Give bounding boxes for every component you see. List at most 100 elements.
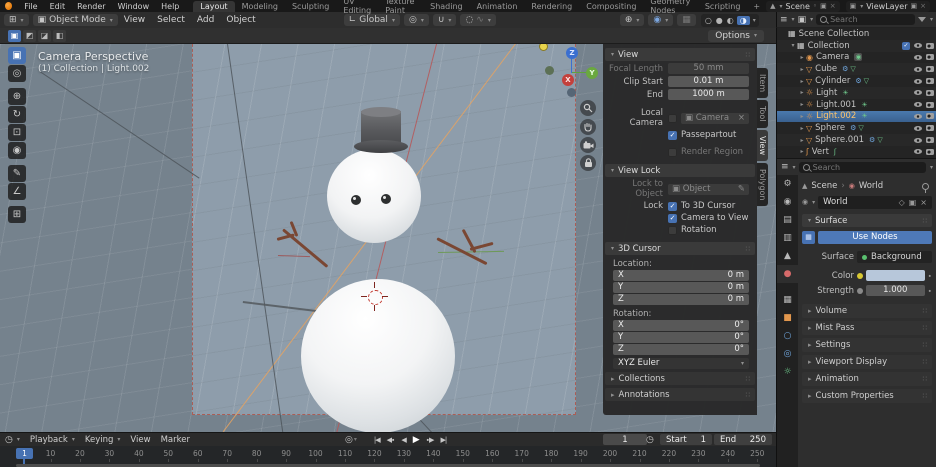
new-scene-icon[interactable]: ▣ [820,2,827,10]
3d-viewport[interactable]: Camera Perspective (1) Collection | Ligh… [0,44,776,432]
transform-tool[interactable]: ◉ [8,142,26,159]
timeline-menu-view[interactable]: View [125,435,155,445]
options-button[interactable]: Options ▾ [708,29,764,42]
viewport-menu-select[interactable]: Select [151,15,191,25]
frame-end-field[interactable]: End 250 [714,434,772,445]
properties-search-input[interactable]: Search [798,161,926,173]
eye-icon[interactable] [914,137,922,143]
local-camera-checkbox[interactable] [668,113,677,123]
pin-icon[interactable] [922,182,929,193]
next-keyframe-button[interactable]: ∙▶ [423,436,437,444]
delete-viewlayer-icon[interactable]: × [920,2,926,10]
measure-tool[interactable]: ∠ [8,183,26,200]
camera-visibility-icon[interactable] [926,89,934,96]
filter-icon[interactable] [917,17,926,22]
outliner-display-mode-icon[interactable]: ▣ [798,15,807,25]
new-viewlayer-icon[interactable]: ▣ [911,2,918,10]
properties-editor-icon[interactable]: ≡ [781,162,789,172]
play-button[interactable]: ▶ [410,435,422,445]
tab-item[interactable]: Item [757,68,768,99]
outliner-row-sphere-001[interactable]: ▸ ▽ Sphere.001 ⚙ ▽ [777,134,936,146]
expand-icon[interactable]: ▸ [798,54,806,61]
workspace-tab-shading[interactable]: Shading [423,1,470,12]
expand-icon[interactable]: ▸ [798,113,806,120]
camera-visibility-icon[interactable] [926,125,934,132]
local-camera-field[interactable]: ▣ Camera × [681,112,749,124]
clip-start-field[interactable]: 0.01 m [668,76,749,87]
rotation-mode-dropdown[interactable]: XYZ Euler ▾ [613,358,749,369]
zoom-button[interactable] [580,100,596,116]
panel-volume[interactable]: ▸ Volume ∷ [802,304,932,318]
properties-tab-render[interactable]: ◉ [777,193,798,211]
view-lock-panel-header[interactable]: ▾ View Lock [605,164,755,177]
lock-rotation-checkbox[interactable] [668,225,677,235]
snowman-head[interactable] [327,149,421,243]
workspace-tab-texture-paint[interactable]: Texture Paint [378,0,423,16]
navigation-gizmo[interactable]: Z Y X [540,44,602,102]
lock-3d-cursor-checkbox[interactable]: ✓ [668,201,677,211]
outliner-row-cylinder[interactable]: ▸ ▽ Cylinder ⚙ ▽ [777,75,936,87]
panel-viewport-display[interactable]: ▸ Viewport Display ∷ [802,355,932,369]
expand-icon[interactable]: ▸ [798,66,806,73]
focal-length-field[interactable]: 50 mm [668,63,749,74]
menu-file[interactable]: File [18,2,43,11]
outliner-search-input[interactable]: Search [816,14,915,25]
properties-tab-object[interactable]: ■ [777,309,798,327]
gizmo-z-axis[interactable]: Z [566,47,578,59]
tab-view[interactable]: View [757,129,768,161]
strength-slider[interactable]: 1.000 [866,285,925,296]
outliner-row-scene collection[interactable]: ▦ Scene Collection [777,28,936,40]
jump-to-end-button[interactable]: ▶| [437,436,449,444]
annotations-panel-header[interactable]: ▸ Annotations ∷ [605,388,755,401]
camera-to-view-checkbox[interactable]: ✓ [668,213,677,223]
camera-visibility-icon[interactable] [926,113,934,120]
world-name-field[interactable]: World ◇ ▣ × [818,195,932,209]
camera-visibility-icon[interactable] [926,148,934,155]
menu-help[interactable]: Help [155,2,185,11]
auto-keying-icon[interactable]: ◎ [345,435,353,445]
outliner-row-collection[interactable]: ▾ ▦ Collection ✓ [777,39,936,52]
cursor-rotation-x-slider[interactable]: X 0° [613,320,749,331]
shading-solid[interactable]: ● [715,16,724,25]
properties-tab-collection[interactable]: ▦ [777,291,798,309]
eye-icon[interactable] [914,90,922,96]
expand-icon[interactable]: ▸ [798,101,806,108]
cursor-rotation-z-slider[interactable]: Z 0° [613,344,749,355]
add-workspace-button[interactable]: + [747,2,766,11]
annotate-tool[interactable]: ✎ [8,165,26,182]
collection-checkbox[interactable]: ✓ [902,41,910,50]
lock-object-field[interactable]: ▣ Object ✎ [668,183,749,195]
world-color-swatch[interactable] [866,270,925,281]
eye-icon[interactable] [914,66,922,72]
new-datablock-icon[interactable]: ▣ [909,198,917,207]
workspace-tab-compositing[interactable]: Compositing [579,1,643,12]
eye-icon[interactable] [914,43,922,49]
play-reverse-button[interactable]: ◀ [398,436,408,444]
shading-rendered[interactable]: ◑ [736,15,750,25]
menu-edit[interactable]: Edit [44,2,72,11]
properties-tab-view-layer[interactable]: ▥ [777,229,798,247]
outliner-row-light-001[interactable]: ▸ ☼ Light.001 ☀ [777,99,936,111]
outliner-row-sphere[interactable]: ▸ ▽ Sphere ⚙ ▽ [777,122,936,134]
viewlayer-selector[interactable]: ▣ ▾ ViewLayer ▣ × [845,0,930,12]
properties-tab-tool[interactable]: ⚙ [777,175,798,193]
outliner-row-camera[interactable]: ▸ ◉ Camera ◉ [777,52,936,64]
animate-dot-icon[interactable]: ∙ [928,287,932,295]
shading-material-preview[interactable]: ◐ [726,16,735,25]
workspace-tab-uv-editing[interactable]: UV Editing [336,0,378,16]
camera-visibility-icon[interactable] [926,78,934,85]
workspace-tab-scripting[interactable]: Scripting [698,1,748,12]
properties-options-icon[interactable]: ▾ [930,164,933,171]
select-mode-0[interactable]: ▣ [8,29,21,42]
gizmo-z-negative[interactable] [567,88,576,97]
timeline-ruler[interactable]: 10 20 30 40 50 60 70 80 90 100 110 120 130 140 150 160 1… [0,446,776,467]
current-frame-field[interactable]: 1 [603,434,647,445]
cursor-rotation-y-slider[interactable]: Y 0° [613,332,749,343]
mode-dropdown[interactable]: ▣ Object Mode ▾ [32,14,118,26]
workspace-tab-modeling[interactable]: Modeling [235,1,285,12]
eye-icon[interactable] [914,102,922,108]
eye-icon[interactable] [914,149,922,155]
animate-dot-icon[interactable]: ∙ [928,272,932,280]
select-box-tool[interactable]: ▣ [8,47,26,64]
move-tool[interactable]: ⊕ [8,88,26,105]
